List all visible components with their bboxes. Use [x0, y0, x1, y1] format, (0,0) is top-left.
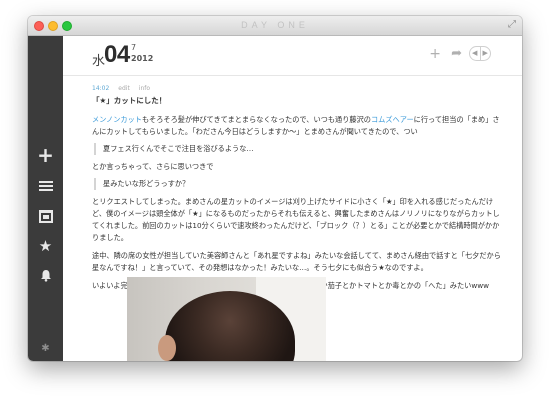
next-entry-icon[interactable]: ▶ [479, 47, 491, 60]
link-menz-non-cut[interactable]: メンノンカット [92, 115, 142, 124]
gear-icon[interactable]: ✱ [28, 341, 63, 357]
bell-icon[interactable] [28, 263, 63, 287]
date-day: 04 [104, 41, 130, 68]
paragraph-text: もそろそろ髪が伸びてきてまとまらなくなったので、いつも通り藤沢の [141, 115, 371, 124]
blockquote-2: 星みたいな形どうっすか？ [94, 178, 503, 190]
info-link[interactable]: info [139, 85, 150, 92]
entry-meta: 14:02 edit info [92, 84, 503, 94]
date-month: 7 [131, 43, 137, 52]
title-bar: DAY ONE ⤢ [28, 16, 522, 36]
edit-link[interactable]: edit [118, 85, 130, 92]
date-year: 2012 [131, 54, 154, 63]
blockquote-1: 夏フェス行くんでそこで注目を浴びるような… [94, 143, 503, 155]
plus-icon[interactable]: + [28, 143, 63, 167]
paragraph-2: とか言っちゃって、さらに思いつきで [92, 162, 214, 171]
new-entry-icon[interactable]: + [429, 46, 441, 62]
entry-header: 水 04 7 2012 + ➦ ◀ ▶ [63, 36, 522, 76]
entry-nav: ◀ ▶ [469, 46, 491, 61]
link-coms-hair[interactable]: コムズヘアー [371, 115, 414, 124]
paragraph-3: とリクエストしてしまった。まめさんの星カットのイメージは刈り上げたサイドに小さく… [92, 197, 500, 242]
entry-title: 「★」カットにした！ [92, 96, 167, 105]
sidebar: + ★ ✱ [28, 36, 63, 361]
list-icon[interactable] [28, 173, 63, 197]
app-title: DAY ONE [241, 20, 309, 30]
app-window: DAY ONE ⤢ + ★ ✱ 水 04 7 2012 + ➦ ◀ ▶ 14:0… [28, 16, 522, 361]
share-icon[interactable]: ➦ [451, 46, 462, 61]
calendar-icon[interactable] [28, 204, 63, 228]
entry-view: 水 04 7 2012 + ➦ ◀ ▶ 14:02 edit info 「★」カット… [63, 36, 522, 361]
entry-time: 14:02 [92, 85, 110, 92]
star-icon[interactable]: ★ [28, 234, 63, 258]
entry-photo [127, 277, 326, 361]
entry-body: 14:02 edit info 「★」カットにした！ メンノンカットもそろそろ髪が伸… [92, 84, 503, 292]
paragraph-1: メンノンカットもそろそろ髪が伸びてきてまとまらなくなったので、いつも通り藤沢のコ… [92, 114, 503, 138]
paragraph-4: 途中、隣の席の女性が担当していた美容師さんと「あれ星ですよね」みたいな会話してて… [92, 251, 501, 272]
fullscreen-icon[interactable]: ⤢ [508, 19, 516, 30]
prev-entry-icon[interactable]: ◀ [470, 47, 480, 60]
